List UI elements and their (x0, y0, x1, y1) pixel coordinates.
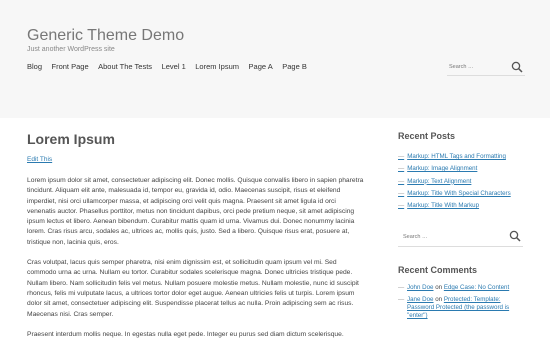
recent-post-item[interactable]: — Markup: Text Alignment (398, 178, 525, 185)
recent-post-link[interactable]: Markup: Text Alignment (407, 178, 471, 185)
dash-icon: — (398, 177, 405, 185)
comment-post-link[interactable]: Edge Case: No Content (444, 284, 509, 291)
nav-item-level-1[interactable]: Level 1 (162, 62, 186, 71)
dash-icon: — (398, 284, 405, 292)
recent-post-link[interactable]: Markup: Image Alignment (407, 165, 477, 172)
dash-icon: — (398, 153, 405, 160)
recent-posts-title: Recent Posts (398, 131, 456, 141)
dash-icon: — (398, 189, 405, 197)
nav-item-page-a[interactable]: Page A (249, 62, 273, 71)
primary-nav: Blog Front Page About The Tests Level 1 … (27, 62, 316, 71)
edit-link[interactable]: Edit This (27, 156, 365, 163)
recent-post-link[interactable]: Markup: Title With Markup (407, 202, 479, 209)
recent-post-item[interactable]: — Markup: HTML Tags and Formatting (398, 153, 525, 160)
recent-comment-item: — Jane Doe on Protected: Template: Passw… (398, 296, 525, 320)
main-content: Lorem Ipsum Edit This Lorem ipsum dolor … (27, 131, 365, 340)
sidebar-search-input[interactable]: Search … (398, 227, 523, 248)
site-description: Just another WordPress site (27, 46, 115, 53)
nav-item-blog[interactable]: Blog (27, 62, 42, 71)
site-header: Generic Theme Demo Just another WordPres… (0, 0, 550, 118)
search-icon[interactable] (509, 230, 521, 242)
search-placeholder: Search … (403, 234, 428, 241)
comment-on-text: on (435, 284, 443, 292)
recent-comments-title: Recent Comments (398, 265, 478, 276)
dash-icon: — (398, 296, 405, 304)
recent-comment-item: — John Doe on Edge Case: No Content (398, 284, 525, 292)
recent-post-item[interactable]: — Markup: Title With Special Characters (398, 190, 525, 197)
paragraph: Cras volutpat, lacus quis semper pharetr… (27, 259, 359, 318)
recent-post-item[interactable]: — Markup: Image Alignment (398, 165, 525, 172)
recent-comments-list: — John Doe on Edge Case: No Content — Ja… (398, 284, 525, 320)
comment-author-link[interactable]: John Doe (407, 284, 434, 291)
sidebar: Recent Posts — Markup: HTML Tags and Form… (398, 131, 525, 324)
search-icon[interactable] (511, 61, 523, 73)
paragraph: Lorem ipsum dolor sit amet, consectetuer… (27, 177, 364, 246)
nav-item-about-the-tests[interactable]: About The Tests (98, 62, 152, 71)
page-title: Lorem Ipsum (27, 131, 115, 147)
dash-icon: — (398, 165, 405, 173)
recent-post-item[interactable]: — Markup: Title With Markup (398, 202, 525, 209)
recent-posts-list: — Markup: HTML Tags and Formatting — Marku… (398, 153, 525, 209)
dash-icon: — (398, 202, 405, 210)
recent-post-link[interactable]: Markup: Title With Special Characters (407, 190, 511, 197)
search-placeholder: Search … (449, 64, 474, 70)
comment-author-link[interactable]: Jane Doe (407, 296, 434, 303)
nav-item-page-b[interactable]: Page B (282, 62, 307, 71)
header-search-input[interactable]: Search … (447, 59, 525, 76)
paragraph: Praesent interdum mollis neque. In egest… (27, 330, 344, 338)
site-title[interactable]: Generic Theme Demo (27, 27, 184, 45)
nav-item-front-page[interactable]: Front Page (52, 62, 89, 71)
recent-post-link[interactable]: Markup: HTML Tags and Formatting (407, 153, 506, 160)
comment-on-text: on (435, 296, 443, 304)
nav-item-lorem-ipsum[interactable]: Lorem Ipsum (195, 62, 239, 71)
